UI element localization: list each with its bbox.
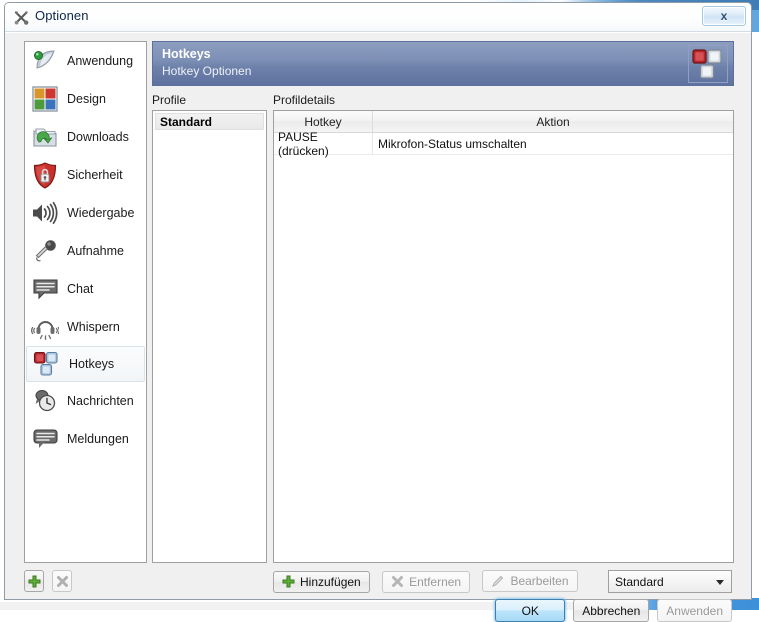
headset-whisper-icon — [30, 312, 60, 342]
plus-icon — [28, 575, 41, 588]
notifications-bubble-icon — [30, 424, 60, 454]
sidebar-item-chat[interactable]: Chat — [25, 270, 146, 308]
sidebar-item-label: Anwendung — [67, 54, 133, 68]
sidebar-item-whispern[interactable]: Whispern — [25, 308, 146, 346]
sidebar-item-label: Hotkeys — [69, 357, 114, 371]
sidebar-item-meldungen[interactable]: Meldungen — [25, 420, 146, 458]
table-row[interactable]: PAUSE (drücken) Mikrofon-Status umschalt… — [274, 133, 733, 155]
add-hotkey-label: Hinzufügen — [300, 575, 361, 589]
remove-hotkey-button[interactable]: Entfernen — [382, 571, 470, 593]
sidebar-item-label: Aufnahme — [67, 244, 124, 258]
profile-list[interactable]: Standard — [152, 110, 267, 563]
security-shield-icon — [30, 160, 60, 190]
remove-profile-button[interactable] — [52, 570, 72, 592]
close-icon: x — [721, 10, 728, 22]
profile-toolbar — [24, 570, 77, 592]
cell-aktion: Mikrofon-Status umschalten — [373, 133, 733, 154]
apply-button[interactable]: Anwenden — [657, 599, 732, 622]
add-hotkey-button[interactable]: Hinzufügen — [273, 571, 370, 593]
sidebar-item-anwendung[interactable]: Anwendung — [25, 42, 146, 80]
profile-select-value: Standard — [615, 575, 664, 589]
section-banner: Hotkeys Hotkey Optionen — [152, 41, 734, 86]
sidebar-item-label: Whispern — [67, 320, 120, 334]
sidebar-item-downloads[interactable]: Downloads — [25, 118, 146, 156]
chat-bubble-icon — [30, 274, 60, 304]
column-header-aktion[interactable]: Aktion — [373, 111, 733, 132]
settings-content-panel: Hotkeys Hotkey Optionen Profile Profilde… — [152, 41, 734, 563]
close-button[interactable]: x — [702, 6, 746, 26]
remove-x-icon — [391, 575, 404, 588]
edit-hotkey-button[interactable]: Bearbeiten — [482, 570, 577, 592]
profile-select[interactable]: Standard — [608, 570, 732, 593]
sidebar-item-label: Meldungen — [67, 432, 129, 446]
sidebar-item-nachrichten[interactable]: Nachrichten — [25, 382, 146, 420]
profile-name: Standard — [160, 115, 212, 129]
pencil-icon — [491, 574, 505, 588]
application-icon — [30, 46, 60, 76]
cell-hotkey: PAUSE (drücken) — [274, 133, 373, 154]
remove-hotkey-label: Entfernen — [409, 575, 461, 589]
window-title: Optionen — [35, 8, 89, 23]
hotkeys-icon — [688, 45, 728, 83]
sidebar-item-wiedergabe[interactable]: Wiedergabe — [25, 194, 146, 232]
section-subtitle: Hotkey Optionen — [162, 64, 251, 78]
sidebar-item-label: Sicherheit — [67, 168, 123, 182]
profile-list-label: Profile — [152, 93, 186, 107]
playback-speaker-icon — [30, 198, 60, 228]
dialog-button-bar: OK Abbrechen Anwenden — [495, 599, 732, 622]
sidebar-item-label: Nachrichten — [67, 394, 134, 408]
hotkeys-icon — [32, 349, 62, 379]
sidebar-item-label: Downloads — [67, 130, 129, 144]
sidebar-item-sicherheit[interactable]: Sicherheit — [25, 156, 146, 194]
microphone-icon — [30, 236, 60, 266]
add-profile-button[interactable] — [24, 570, 44, 592]
hotkey-toolbar: Hinzufügen Entfernen Bearbeiten — [273, 570, 587, 593]
dialog-client-area: Anwendung Design — [5, 32, 751, 599]
settings-sidebar: Anwendung Design — [24, 41, 147, 563]
sidebar-item-label: Design — [67, 92, 106, 106]
hotkey-details-table[interactable]: Hotkey Aktion PAUSE (drücken) Mikrofon-S… — [273, 110, 734, 563]
plus-icon — [282, 575, 295, 588]
sidebar-item-hotkeys[interactable]: Hotkeys — [26, 346, 145, 382]
sidebar-item-label: Wiedergabe — [67, 206, 134, 220]
messages-clock-icon — [30, 386, 60, 416]
section-title: Hotkeys — [162, 47, 211, 61]
downloads-icon — [30, 122, 60, 152]
chevron-down-icon — [716, 580, 724, 585]
list-item[interactable]: Standard — [155, 113, 264, 130]
remove-x-icon — [56, 575, 69, 588]
title-bar: Optionen x — [5, 3, 751, 32]
profile-details-label: Profildetails — [273, 93, 335, 107]
sidebar-item-design[interactable]: Design — [25, 80, 146, 118]
ok-button[interactable]: OK — [495, 599, 565, 622]
options-dialog-window: Optionen x Anwendung — [4, 2, 752, 600]
sidebar-item-label: Chat — [67, 282, 93, 296]
cancel-button[interactable]: Abbrechen — [573, 599, 649, 622]
tools-icon — [13, 9, 30, 26]
sidebar-item-aufnahme[interactable]: Aufnahme — [25, 232, 146, 270]
edit-hotkey-label: Bearbeiten — [510, 574, 568, 588]
design-icon — [30, 84, 60, 114]
